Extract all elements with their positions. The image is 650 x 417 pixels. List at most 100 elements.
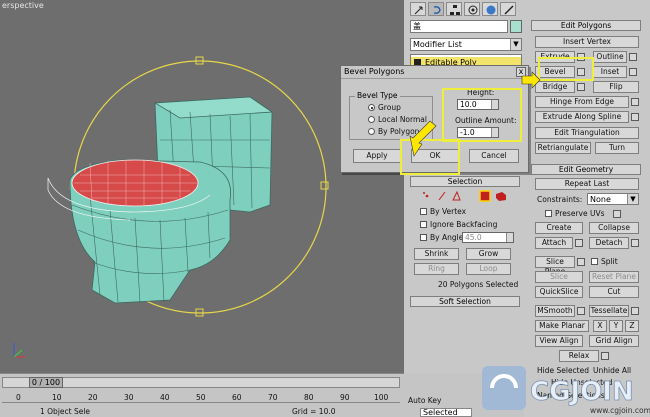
by-angle-checkbox[interactable] [420,234,427,241]
command-tabs [404,0,528,20]
display-tab[interactable] [482,2,498,16]
time-slider[interactable]: 0 / 100 [2,377,400,388]
planar-x-button[interactable]: X [593,320,607,332]
perspective-viewport[interactable]: erspective [0,0,404,373]
border-icon [452,190,461,201]
ring-button[interactable]: Ring [414,263,459,275]
outline-settings-button[interactable] [629,53,637,61]
quickslice-button[interactable]: QuickSlice [535,286,583,298]
selection-status: 20 Polygons Selected [438,280,519,289]
soft-selection-rollout-header[interactable]: Soft Selection [410,296,520,307]
ignore-backfacing-label: Ignore Backfacing [430,220,498,229]
selection-count-status: 1 Object Sele [40,407,91,416]
detach-settings-button[interactable] [631,239,639,247]
planar-z-button[interactable]: Z [625,320,639,332]
bridge-settings-button[interactable] [577,83,585,91]
make-planar-button[interactable]: Make Planar [535,320,589,332]
polygon-icon [479,190,491,202]
turn-button[interactable]: Turn [595,142,639,154]
grid-status: Grid = 10.0 [292,407,336,416]
tick-label: 20 [88,393,98,402]
slice-plane-button[interactable]: Slice Plane [535,256,575,276]
chevron-down-icon: ▼ [627,194,638,204]
tessellate-button[interactable]: Tessellate [589,305,629,317]
by-polygon-radio[interactable] [368,128,375,135]
slice-button[interactable]: Slice [535,271,583,283]
tick-label: 0 [16,393,21,402]
motion-tab[interactable] [464,2,480,16]
modify-tab[interactable] [428,2,444,16]
element-icon [496,192,506,201]
insert-vertex-button[interactable]: Insert Vertex [535,36,639,48]
track-bar[interactable]: 0 10 20 30 40 50 60 70 80 90 100 [2,391,400,403]
slice-plane-settings-button[interactable] [577,258,585,266]
edit-polygons-title: Edit Polygons [560,21,612,30]
key-mode-dropdown[interactable]: Selected [420,408,472,417]
tick-label: 60 [232,393,242,402]
modifier-list-label: Modifier List [413,40,462,49]
apply-button[interactable]: Apply [353,149,401,163]
group-radio[interactable] [368,104,375,111]
inset-settings-button[interactable] [629,68,637,76]
extrude-settings-button[interactable] [577,53,585,61]
create-tab[interactable] [410,2,426,16]
attach-button[interactable]: Attach [535,237,573,249]
tessellate-settings-button[interactable] [631,307,639,315]
preserve-uvs-settings-button[interactable] [613,210,621,218]
create-button[interactable]: Create [535,222,583,234]
view-align-button[interactable]: View Align [535,335,583,347]
object-color-swatch[interactable] [510,20,522,33]
watermark-url: www.cgjoin.com [590,406,650,415]
outline-button[interactable]: Outline [593,51,627,63]
angle-spinner[interactable]: 45.0 [462,232,514,243]
cut-button[interactable]: Cut [589,286,639,298]
shrink-button[interactable]: Shrink [414,248,459,260]
hierarchy-tab[interactable] [446,2,462,16]
attach-settings-button[interactable] [575,239,583,247]
grow-button[interactable]: Grow [466,248,511,260]
msmooth-button[interactable]: MSmooth [535,305,575,317]
tick-label: 40 [160,393,170,402]
local-normal-radio[interactable] [368,116,375,123]
by-vertex-checkbox[interactable] [420,208,427,215]
time-slider-thumb[interactable]: 0 / 100 [29,377,63,388]
tick-label: 10 [52,393,62,402]
split-checkbox[interactable] [591,258,598,265]
preserve-uvs-label: Preserve UVs [555,209,605,218]
extrude-spline-settings-button[interactable] [631,113,639,121]
tick-label: 90 [340,393,350,402]
split-label: Split [601,257,618,266]
msmooth-settings-button[interactable] [577,307,585,315]
detach-button[interactable]: Detach [589,237,629,249]
relax-settings-button[interactable] [601,352,609,360]
tick-label: 30 [124,393,134,402]
tick-label: 100 [374,393,389,402]
flip-button[interactable]: Flip [593,81,639,93]
chevron-down-icon: ▼ [510,39,521,50]
group-label: Group [378,103,401,112]
bevel-settings-button[interactable] [577,68,585,76]
reset-plane-button[interactable]: Reset Plane [589,271,639,283]
constraints-label: Constraints: [537,195,583,204]
planar-y-button[interactable]: Y [609,320,623,332]
preserve-uvs-checkbox[interactable] [545,210,552,217]
loop-button[interactable]: Loop [466,263,511,275]
constraints-dropdown[interactable]: None ▼ [587,193,639,205]
edit-geometry-title: Edit Geometry [558,165,614,174]
timeline-bar: 0 / 100 0 10 20 30 40 50 60 70 80 90 100… [0,373,404,417]
inset-button[interactable]: Inset [593,66,627,78]
by-angle-label: By Angle: [430,233,466,242]
modifier-list-dropdown[interactable]: Modifier List ▼ [410,38,522,51]
tick-label: 70 [268,393,278,402]
bevel-type-label: Bevel Type [355,91,400,100]
grid-align-button[interactable]: Grid Align [589,335,639,347]
hinge-settings-button[interactable] [631,98,639,106]
ignore-backfacing-checkbox[interactable] [420,221,427,228]
cgjoin-wordmark: CGJOIN [530,377,634,407]
tick-label: 50 [196,393,206,402]
auto-key-button[interactable]: Auto Key [408,396,441,405]
utilities-tab[interactable] [500,2,516,16]
object-name-field[interactable]: 盖 [410,20,508,33]
edit-polygons-rollout-header[interactable]: Edit Polygons [531,20,641,31]
collapse-button[interactable]: Collapse [589,222,639,234]
